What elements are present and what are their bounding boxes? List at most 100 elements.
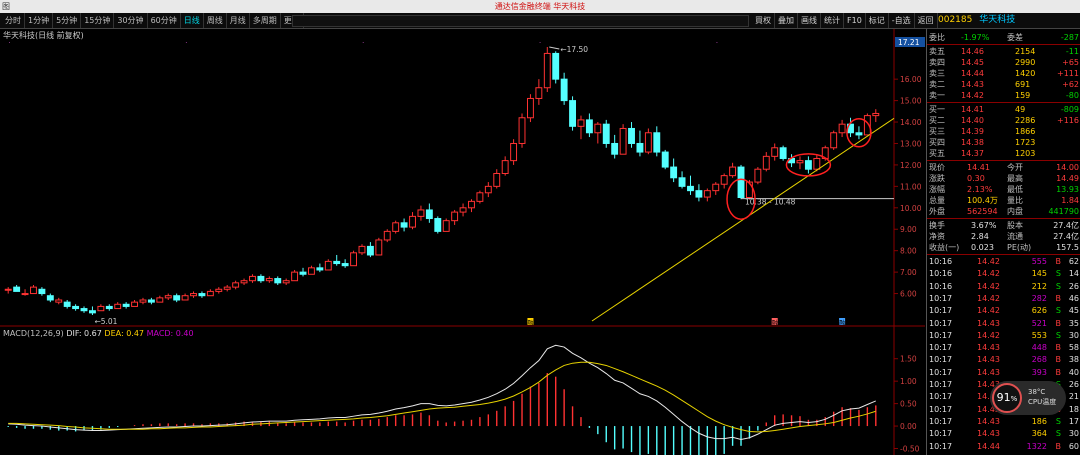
candle-body (139, 299, 147, 303)
bid-price: 14.40 (961, 116, 984, 125)
toolbar-button[interactable]: -自选 (889, 13, 915, 28)
candle-body (400, 222, 408, 228)
kline-chart[interactable]: 16.00 15.00 14.00 13.00 12.00 11.00 10.00 9.00 8… (0, 29, 925, 455)
label: 委差 (1007, 33, 1023, 42)
toolbar-button[interactable]: 标记 (866, 13, 889, 28)
candle-body (240, 280, 248, 284)
period-tabs: 分时1分钟5分钟15分钟30分钟60分钟日线周线月线多周期更多 (2, 13, 304, 28)
bid-price: 14.41 (961, 105, 984, 114)
tick-price: 14.42 (977, 293, 1000, 303)
fund-label: PE(动) (1007, 243, 1032, 252)
bid-label: 买四 (929, 138, 945, 147)
stat-value: 2.13% (967, 185, 993, 194)
candle-body (80, 308, 88, 312)
stat-label: 最高 (1007, 174, 1023, 183)
tick-price: 14.43 (977, 429, 1000, 439)
stock-name: 华天科技 (979, 15, 1016, 25)
tick-row: 10:17 14.42 282 B 46 (927, 293, 1080, 304)
candle-body (316, 267, 324, 271)
bid-volume: 1723 (1015, 138, 1036, 147)
candle-body (484, 185, 492, 194)
candle-body (88, 310, 96, 314)
ask-volume: 1420 (1015, 69, 1036, 78)
value: -287 (1060, 33, 1079, 42)
tick-row: 10:17 14.43 448 B 58 (927, 342, 1080, 353)
candle-body (543, 52, 551, 89)
candle-body (493, 172, 501, 187)
ask-change: -80 (1065, 91, 1079, 100)
stat-row: 涨跌 0.30 最高 14.49 (927, 173, 1080, 184)
ask-change: -11 (1065, 47, 1079, 56)
tick-count: 17 (1068, 416, 1079, 426)
tick-price: 14.42 (977, 330, 1000, 340)
candle-body (594, 123, 602, 134)
ask-price: 14.46 (961, 47, 984, 56)
candle-body (501, 160, 509, 174)
candle-body (13, 286, 21, 292)
candle-body (560, 78, 568, 102)
fund-value: 27.4亿 (1053, 221, 1079, 230)
period-tab[interactable]: 60分钟 (148, 13, 181, 28)
period-tab[interactable]: 周线 (204, 13, 227, 28)
candle-body (198, 293, 206, 297)
period-tab[interactable]: 1分钟 (25, 13, 54, 28)
ask-label: 卖二 (929, 80, 945, 89)
period-toolbar: 分时1分钟5分钟15分钟30分钟60分钟日线周线月线多周期更多 買权叠加画线统计… (0, 13, 1080, 29)
tick-row: 10:16 14.42 212 S 26 (927, 281, 1080, 292)
period-tab[interactable]: 30分钟 (114, 13, 148, 28)
candle-body (602, 123, 610, 144)
macd-tick-label: 1.50 (900, 355, 917, 364)
period-tab[interactable]: 月线 (227, 13, 250, 28)
macd-tick-label: 0.50 (900, 400, 917, 409)
candle-body (190, 293, 197, 297)
stat-value: 100.4万 (967, 196, 998, 205)
candle-body (46, 295, 54, 301)
panel-divider (927, 254, 1080, 255)
toolbar-button[interactable]: 统计 (821, 13, 844, 28)
toolbar-button[interactable]: 買权 (752, 13, 775, 28)
candle-body (779, 147, 787, 159)
top-marker: . (185, 36, 187, 45)
period-tab[interactable]: 分时 (2, 13, 25, 28)
tick-row: 10:17 14.43 521 B 35 (927, 318, 1080, 329)
ask-change: +111 (1057, 69, 1079, 78)
candle-body (383, 230, 391, 241)
cpu-monitor-widget[interactable]: 91% 38°C CPU温度 (990, 381, 1066, 415)
tick-time: 10:17 (929, 380, 953, 389)
candle-body (687, 185, 694, 192)
tick-side: S (1055, 269, 1061, 279)
stat-value: 0.30 (967, 174, 985, 183)
toolbar-button[interactable]: 叠加 (775, 13, 798, 28)
ask-volume: 691 (1015, 80, 1031, 89)
candle-body (164, 295, 172, 299)
dif-line (8, 344, 876, 441)
tick-time: 10:17 (929, 306, 953, 316)
candle-body (223, 286, 231, 290)
candle-body (63, 301, 71, 307)
tick-row: 10:17 14.43 393 B 40 (927, 367, 1080, 378)
app-menu-icon[interactable]: 图 (2, 0, 10, 13)
period-tab[interactable]: 日线 (181, 13, 204, 28)
price-tick-label: 14.00 (900, 118, 922, 127)
commission-row: 委比 -1.97% 委差 -287 (927, 32, 1080, 43)
tick-time: 10:17 (929, 441, 953, 451)
bid-label: 买三 (929, 127, 945, 136)
candle-body (257, 275, 265, 282)
period-tab[interactable]: 多周期 (250, 13, 281, 28)
stat-label: 涨跌 (929, 174, 945, 183)
period-tab[interactable]: 15分钟 (81, 13, 115, 28)
candle-body (249, 275, 256, 282)
fund-value: 157.5 (1056, 243, 1079, 252)
bid-row: 买五 14.37 1203 (927, 148, 1080, 159)
tick-time: 10:16 (929, 281, 953, 291)
candle-body (712, 183, 720, 192)
tick-volume: 145 (1031, 269, 1047, 279)
tick-side: S (1055, 429, 1061, 439)
bid-change: +116 (1057, 116, 1079, 125)
toolbar-button[interactable]: F10 (844, 13, 866, 28)
bid-volume: 2286 (1015, 116, 1036, 125)
tick-side: S (1055, 330, 1061, 340)
period-tab[interactable]: 5分钟 (53, 13, 82, 28)
toolbar-button[interactable]: 画线 (798, 13, 821, 28)
bid-volume: 1203 (1015, 149, 1036, 158)
